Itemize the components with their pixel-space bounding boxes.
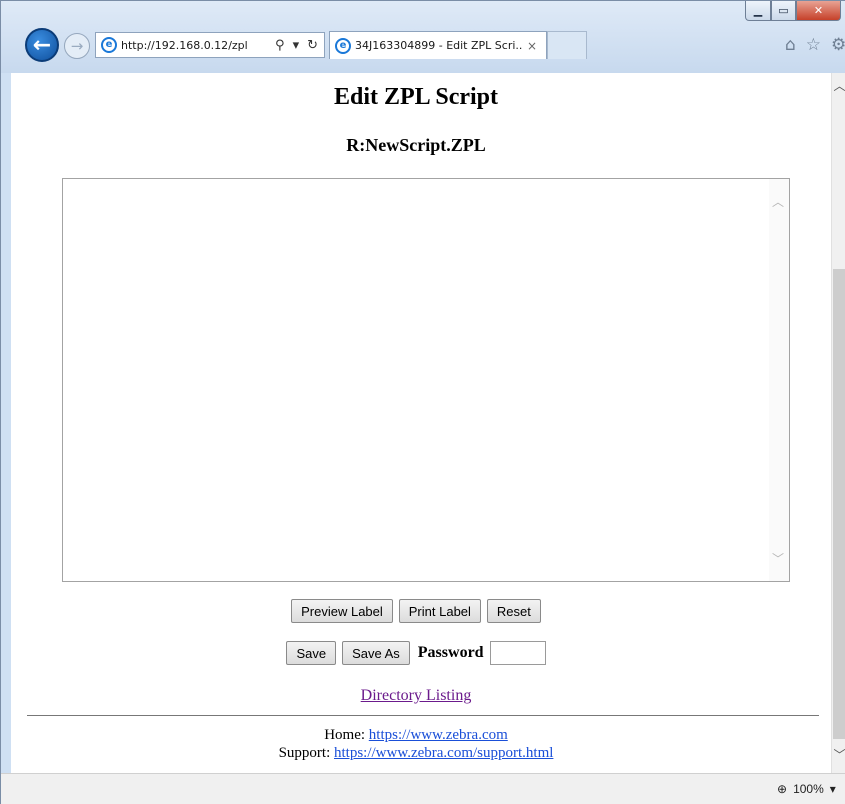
zoom-dropdown-icon[interactable]: ▾ [830, 782, 836, 796]
editor-scrollbar[interactable]: ︿ ﹀ [769, 179, 789, 581]
address-path: /zpl [228, 38, 248, 52]
scrollbar-thumb[interactable] [833, 269, 845, 739]
search-icon[interactable]: ⚲ [275, 38, 285, 53]
home-link[interactable]: https://www.zebra.com [369, 727, 508, 743]
address-prefix: http:// [121, 38, 155, 52]
footer-home: Home: https://www.zebra.com [11, 727, 821, 744]
page-title: Edit ZPL Script [333, 84, 499, 110]
password-input[interactable] [489, 641, 546, 665]
script-filename: R:NewScript.ZPL [346, 135, 486, 155]
scroll-down-icon[interactable]: ﹀ [772, 550, 784, 567]
browser-toolbar-icons: ⌂ ☆ ⚙ [785, 35, 845, 55]
tab-active[interactable]: e 34J163304899 - Edit ZPL Scri... × [329, 31, 547, 59]
support-link[interactable]: https://www.zebra.com/support.html [334, 745, 553, 761]
reset-button[interactable]: Reset [486, 599, 541, 623]
home-icon[interactable]: ⌂ [785, 35, 796, 55]
address-host: 192.168.0.12 [154, 38, 229, 52]
tab-close-icon[interactable]: × [527, 39, 537, 53]
dropdown-chevron-icon[interactable]: ▾ [293, 38, 300, 53]
favorites-star-icon[interactable]: ☆ [806, 35, 821, 55]
zoom-icon: ⊕ [777, 782, 788, 796]
save-actions-row: Save Save As Password [11, 641, 821, 665]
forward-button[interactable]: → [64, 33, 90, 59]
scroll-up-icon[interactable]: ︿ [832, 77, 845, 94]
ie-logo-icon: e [101, 37, 117, 53]
minimize-button[interactable]: ▁ [745, 1, 771, 21]
page-scrollbar[interactable]: ︿ ﹀ [831, 73, 845, 773]
address-bar[interactable]: e http://192.168.0.12/zpl ⚲ ▾ ↻ [95, 32, 325, 58]
left-frame [1, 73, 11, 773]
page-content: Edit ZPL Script R:NewScript.ZPL ︿ ﹀ Prev… [11, 73, 831, 773]
back-arrow-icon: ← [32, 32, 52, 58]
settings-gear-icon[interactable]: ⚙ [831, 35, 845, 55]
script-textarea[interactable] [63, 179, 789, 581]
password-label: Password [417, 644, 484, 661]
close-window-button[interactable]: ✕ [796, 1, 841, 21]
divider [27, 715, 819, 716]
address-url[interactable]: http://192.168.0.12/zpl [121, 39, 257, 52]
maximize-button[interactable]: ▭ [771, 1, 796, 21]
scroll-down-icon[interactable]: ﹀ [832, 746, 845, 763]
save-button[interactable]: Save [286, 641, 337, 665]
support-label: Support: [278, 745, 334, 761]
print-label-button[interactable]: Print Label [398, 599, 481, 623]
new-tab-button[interactable] [547, 31, 587, 59]
refresh-icon[interactable]: ↻ [307, 38, 318, 53]
back-button[interactable]: ← [25, 28, 59, 62]
footer-support: Support: https://www.zebra.com/support.h… [11, 745, 821, 762]
directory-listing-link[interactable]: Directory Listing [11, 687, 821, 705]
scroll-up-icon[interactable]: ︿ [772, 193, 784, 210]
zoom-control[interactable]: ⊕ 100% ▾ [777, 782, 836, 796]
ie-logo-icon: e [335, 37, 351, 54]
zpl-script-editor[interactable]: ︿ ﹀ [62, 178, 790, 582]
status-bar: ⊕ 100% ▾ [1, 773, 845, 804]
title-bar: ▁ ▭ ✕ ← → e http://192.168.0.12/zpl ⚲ ▾ … [1, 1, 845, 73]
zoom-level: 100% [793, 782, 824, 796]
home-label: Home: [324, 727, 369, 743]
tab-title: 34J163304899 - Edit ZPL Scri... [355, 39, 523, 52]
forward-arrow-icon: → [70, 37, 84, 55]
save-as-button[interactable]: Save As [342, 641, 410, 665]
address-tools: ⚲ ▾ ↻ [275, 38, 324, 53]
label-actions-row: Preview Label Print Label Reset [11, 599, 821, 623]
browser-window: ▁ ▭ ✕ ← → e http://192.168.0.12/zpl ⚲ ▾ … [0, 0, 845, 804]
preview-label-button[interactable]: Preview Label [291, 599, 393, 623]
